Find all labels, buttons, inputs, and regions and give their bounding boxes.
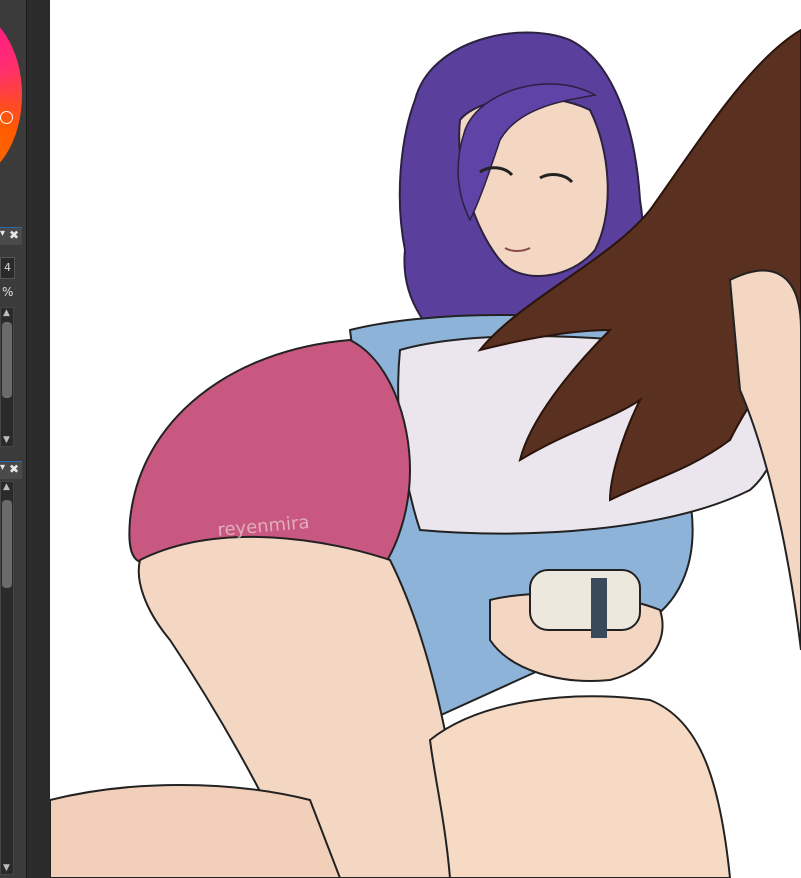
triangle-down-icon[interactable]: ▼ bbox=[3, 864, 10, 873]
artwork: reyenmira bbox=[50, 28, 801, 878]
knees bbox=[428, 695, 732, 878]
panel-divider[interactable] bbox=[26, 0, 51, 878]
close-icon[interactable]: ✖ bbox=[9, 462, 19, 476]
panel-scrollbar[interactable]: ▲ ▼ bbox=[0, 481, 14, 875]
layer-scrollbar[interactable]: ▲ ▼ bbox=[0, 307, 14, 447]
triangle-up-icon[interactable]: ▲ bbox=[3, 309, 10, 318]
panel-header-navigator: ▾ ✖ bbox=[0, 461, 22, 479]
triangle-down-icon[interactable]: ▼ bbox=[3, 436, 10, 445]
triangle-up-icon[interactable]: ▲ bbox=[3, 483, 10, 492]
close-icon[interactable]: ✖ bbox=[9, 228, 19, 242]
color-wheel[interactable] bbox=[0, 10, 22, 180]
scroll-thumb[interactable] bbox=[2, 500, 12, 588]
color-picker-handle[interactable] bbox=[0, 111, 13, 124]
console-screen bbox=[591, 578, 607, 638]
lower-leg bbox=[50, 784, 342, 878]
pin-icon[interactable]: ▾ bbox=[0, 462, 5, 473]
game-console bbox=[529, 569, 641, 631]
drawing-canvas[interactable]: reyenmira bbox=[50, 0, 801, 878]
pin-icon[interactable]: ▾ bbox=[0, 228, 5, 239]
panel-header-layer: ▾ ✖ bbox=[0, 227, 22, 245]
opacity-unit-label: % bbox=[2, 285, 14, 299]
layer-number-field[interactable]: 4 bbox=[0, 257, 15, 279]
scroll-thumb[interactable] bbox=[2, 322, 12, 398]
side-panel: ▾ ✖ 4 % ▲ ▼ ▾ ✖ ▲ ▼ bbox=[0, 0, 26, 878]
